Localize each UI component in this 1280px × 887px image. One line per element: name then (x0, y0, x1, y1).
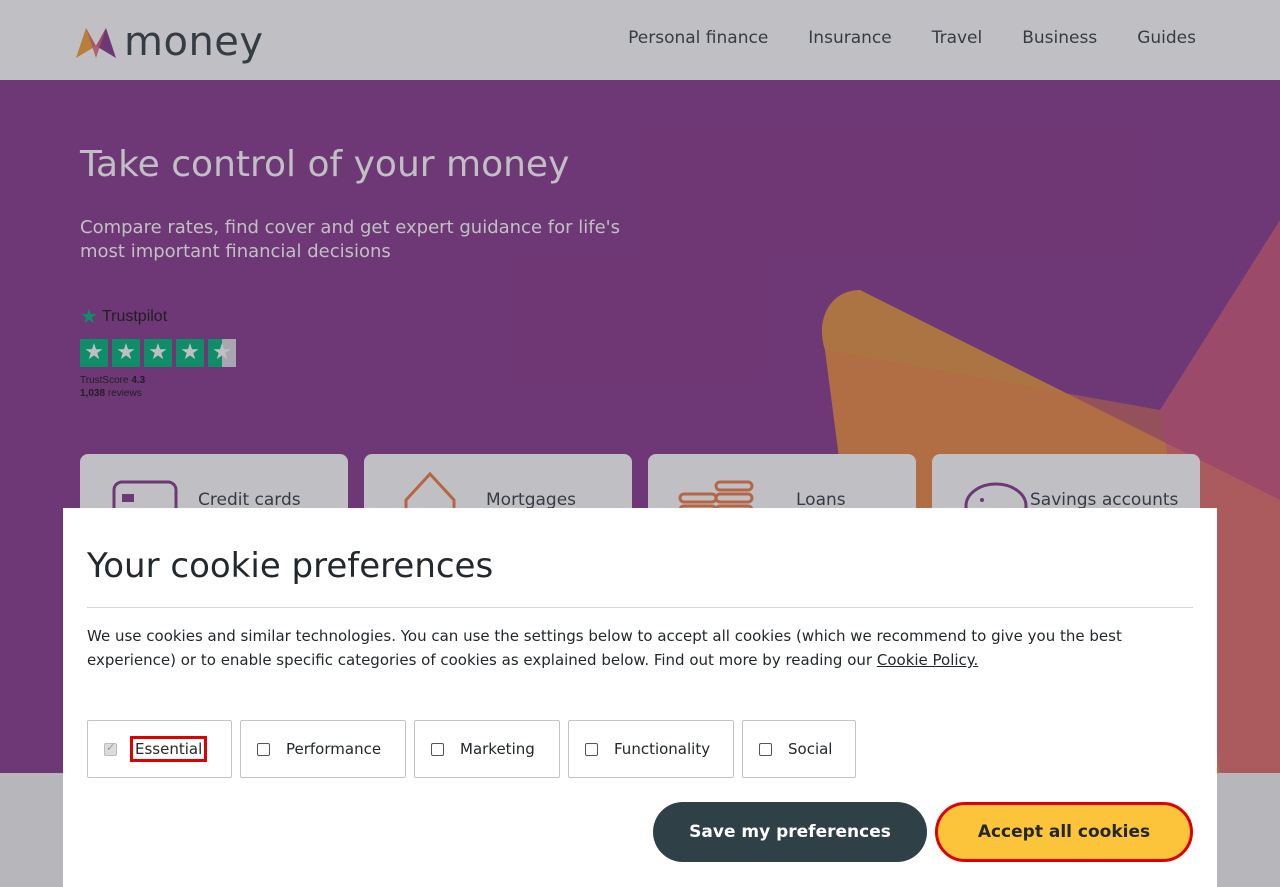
essential-checkbox[interactable] (104, 741, 117, 756)
essential-label: Essential (129, 736, 208, 762)
accept-all-cookies-button[interactable]: Accept all cookies (935, 802, 1193, 862)
marketing-checkbox[interactable] (431, 742, 444, 756)
cookie-categories: Essential Performance Marketing Function… (87, 720, 856, 778)
modal-description: We use cookies and similar technologies.… (87, 627, 1122, 669)
performance-checkbox[interactable] (257, 742, 270, 756)
social-checkbox[interactable] (759, 742, 772, 756)
pref-social[interactable]: Social (742, 720, 856, 778)
marketing-label: Marketing (460, 740, 535, 758)
functionality-checkbox[interactable] (585, 742, 598, 756)
cookie-preferences-modal: Your cookie preferences We use cookies a… (63, 508, 1217, 887)
functionality-label: Functionality (614, 740, 711, 758)
modal-title: Your cookie preferences (87, 546, 494, 586)
pref-performance[interactable]: Performance (240, 720, 406, 778)
performance-label: Performance (286, 740, 382, 758)
social-label: Social (788, 740, 833, 758)
cookie-policy-link[interactable]: Cookie Policy. (877, 651, 978, 669)
save-preferences-button[interactable]: Save my preferences (653, 802, 927, 862)
pref-essential[interactable]: Essential (87, 720, 232, 778)
pref-functionality[interactable]: Functionality (568, 720, 734, 778)
modal-divider (87, 607, 1193, 608)
pref-marketing[interactable]: Marketing (414, 720, 560, 778)
